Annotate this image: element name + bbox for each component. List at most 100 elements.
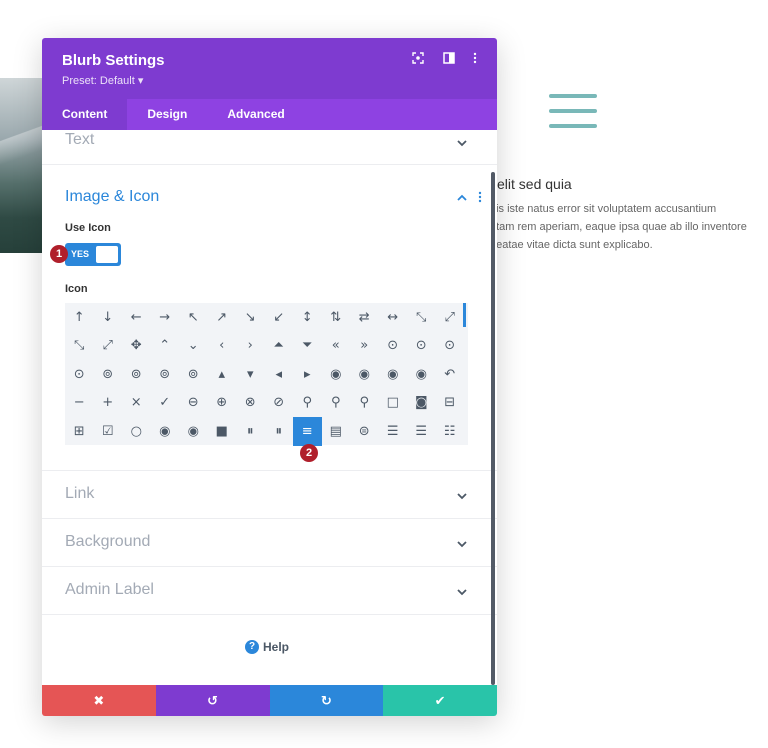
selected-icon-option[interactable]: ≡ [293, 417, 322, 446]
modal-scrollbar[interactable] [491, 172, 495, 685]
icon-option[interactable]: ⌄ [179, 332, 208, 361]
icon-option[interactable]: ☰ [379, 417, 408, 446]
icon-option[interactable]: ⚲ [293, 389, 322, 418]
redo-button[interactable]: ↻ [269, 685, 384, 716]
icon-option[interactable]: ▤ [322, 417, 351, 446]
tab-advanced[interactable]: Advanced [207, 99, 304, 130]
icon-option[interactable]: → [151, 303, 180, 332]
icon-option[interactable]: ⤢ [436, 303, 465, 332]
tab-bar: Content Design Advanced [42, 99, 497, 130]
cancel-button[interactable]: ✖ [42, 685, 156, 716]
icon-option[interactable]: ⇄ [350, 303, 379, 332]
icon-option[interactable]: ◂ [265, 360, 294, 389]
icon-option[interactable]: ↙ [265, 303, 294, 332]
icon-option[interactable]: ◉ [179, 417, 208, 446]
icon-option[interactable]: ⏸ [265, 417, 294, 446]
section-image-icon-title[interactable]: Image & Icon [65, 188, 159, 206]
icon-option[interactable]: ⊚ [122, 360, 151, 389]
icon-option[interactable]: ⊙ [65, 360, 94, 389]
icon-option[interactable]: ⏶ [265, 332, 294, 361]
icon-option[interactable]: ← [122, 303, 151, 332]
icon-option[interactable]: » [350, 332, 379, 361]
icon-option[interactable]: ⊗ [236, 389, 265, 418]
icon-option[interactable]: ↗ [208, 303, 237, 332]
icon-option[interactable]: ○ [122, 417, 151, 446]
icon-option[interactable]: ↕ [293, 303, 322, 332]
section-link[interactable]: Link [42, 471, 497, 519]
icon-option[interactable]: − [65, 389, 94, 418]
icon-option[interactable]: ⊟ [436, 389, 465, 418]
icon-option[interactable]: ↑ [65, 303, 94, 332]
more-vertical-icon[interactable] [467, 52, 483, 68]
icon-option[interactable]: ↔ [379, 303, 408, 332]
section-admin-label[interactable]: Admin Label [42, 567, 497, 615]
icon-option[interactable]: + [94, 389, 123, 418]
tab-content[interactable]: Content [42, 99, 128, 130]
chevron-up-icon[interactable] [457, 193, 467, 203]
section-background[interactable]: Background [42, 519, 497, 567]
icon-option[interactable]: ▸ [293, 360, 322, 389]
section-text[interactable]: Text [42, 130, 497, 165]
save-button[interactable]: ✔ [383, 685, 497, 716]
tab-design[interactable]: Design [127, 99, 207, 130]
chevron-down-icon[interactable] [457, 539, 467, 549]
icon-option[interactable]: ⤡ [65, 332, 94, 361]
section-background-title: Background [65, 533, 151, 550]
icon-option[interactable]: › [236, 332, 265, 361]
icon-option[interactable]: ⇅ [322, 303, 351, 332]
icon-option[interactable]: ✥ [122, 332, 151, 361]
icon-option[interactable]: ⊙ [407, 332, 436, 361]
icon-option[interactable]: ■ [208, 417, 237, 446]
icon-option[interactable]: ⏸ [236, 417, 265, 446]
icon-option[interactable]: ⤡ [407, 303, 436, 332]
preset-dropdown[interactable]: Preset: Default ▾ [62, 74, 143, 87]
help-link[interactable]: ? Help [245, 640, 289, 654]
icon-option[interactable]: ▴ [208, 360, 237, 389]
icon-option[interactable]: ⊙ [379, 332, 408, 361]
icon-option[interactable]: ◉ [407, 360, 436, 389]
use-icon-toggle[interactable]: YES [65, 243, 121, 266]
undo-button[interactable]: ↺ [155, 685, 270, 716]
icon-option[interactable]: ↶ [436, 360, 465, 389]
chevron-down-icon[interactable] [457, 491, 467, 501]
icon-option[interactable]: ☰ [407, 417, 436, 446]
icon-option[interactable]: ↖ [179, 303, 208, 332]
icon-option[interactable]: ◉ [151, 417, 180, 446]
use-icon-label: Use Icon [65, 222, 111, 234]
icon-option[interactable]: ‹ [208, 332, 237, 361]
modal-body: Text Image & Icon Use Icon YES 1 Icon ↑ ↓… [42, 130, 497, 685]
icon-option[interactable]: ⚲ [350, 389, 379, 418]
icon-option[interactable]: ⊕ [208, 389, 237, 418]
icon-option[interactable]: × [122, 389, 151, 418]
icon-option[interactable]: ⌃ [151, 332, 180, 361]
icon-option[interactable]: ⊖ [179, 389, 208, 418]
icon-option[interactable]: ↓ [94, 303, 123, 332]
icon-option[interactable]: ◉ [350, 360, 379, 389]
icon-option[interactable]: ⏷ [293, 332, 322, 361]
icon-option[interactable]: ⊙ [436, 332, 465, 361]
icon-option[interactable]: ⊘ [265, 389, 294, 418]
icon-option[interactable]: ↘ [236, 303, 265, 332]
chevron-down-icon[interactable] [457, 587, 467, 597]
icon-option[interactable]: ☷ [436, 417, 465, 446]
icon-option[interactable]: ⊜ [350, 417, 379, 446]
icon-option[interactable]: ◉ [322, 360, 351, 389]
icon-option[interactable]: ⊚ [179, 360, 208, 389]
icon-option[interactable]: ⚲ [322, 389, 351, 418]
sidebar-icon[interactable] [441, 52, 457, 68]
icon-option[interactable]: « [322, 332, 351, 361]
icon-option[interactable]: ◙ [407, 389, 436, 418]
section-menu-icon[interactable] [477, 191, 483, 203]
icon-option[interactable]: ⊚ [151, 360, 180, 389]
icon-option[interactable]: ⊞ [65, 417, 94, 446]
screenshot-icon[interactable] [410, 52, 426, 68]
icon-option[interactable]: ⤢ [94, 332, 123, 361]
icon-option[interactable]: ▾ [236, 360, 265, 389]
icon-grid-scrollbar[interactable] [463, 303, 466, 327]
icon-option[interactable]: ⊚ [94, 360, 123, 389]
icon-option[interactable]: ✓ [151, 389, 180, 418]
icon-option[interactable]: ☑ [94, 417, 123, 446]
icon-option[interactable]: □ [379, 389, 408, 418]
chevron-down-icon[interactable] [457, 138, 467, 148]
icon-option[interactable]: ◉ [379, 360, 408, 389]
